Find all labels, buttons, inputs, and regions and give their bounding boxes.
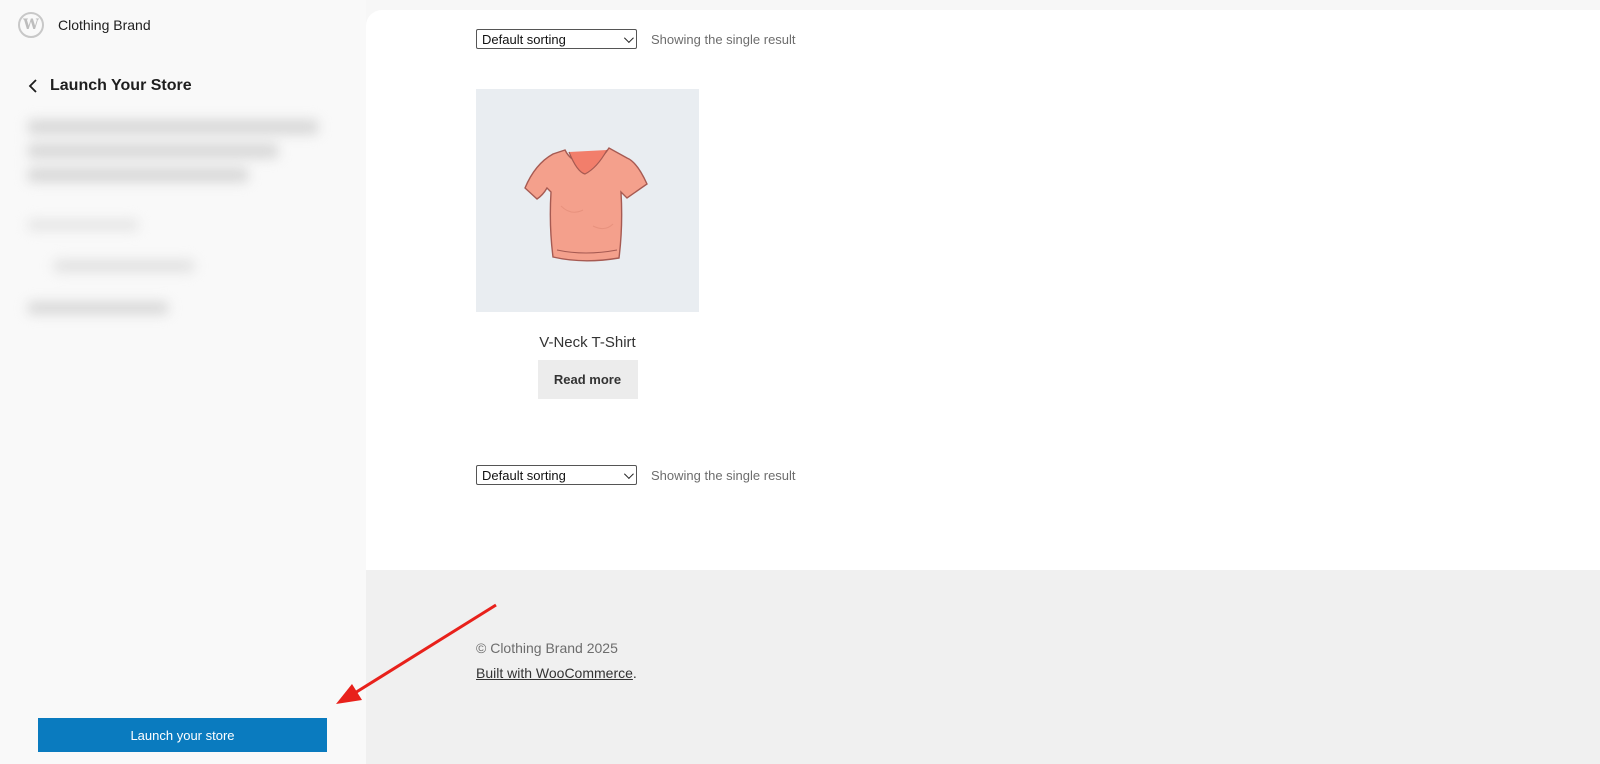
chevron-down-icon bbox=[623, 32, 634, 43]
store-preview: Default sorting Showing the single resul… bbox=[366, 10, 1600, 764]
sorting-value: Default sorting bbox=[482, 467, 566, 483]
chevron-left-icon bbox=[28, 79, 37, 93]
footer-copyright: © Clothing Brand 2025 bbox=[476, 640, 618, 656]
chevron-down-icon bbox=[623, 468, 634, 479]
read-more-button[interactable]: Read more bbox=[537, 360, 638, 399]
shop-toolbar-bottom: Default sorting Showing the single resul… bbox=[476, 465, 796, 485]
woocommerce-link[interactable]: Built with WooCommerce bbox=[476, 665, 633, 681]
sidebar: W Clothing Brand Launch Your Store Launc… bbox=[0, 0, 366, 764]
back-button[interactable] bbox=[24, 76, 42, 96]
site-brand[interactable]: W Clothing Brand bbox=[18, 12, 151, 38]
shop-toolbar-top: Default sorting Showing the single resul… bbox=[476, 29, 796, 49]
footer-credit: Built with WooCommerce. bbox=[476, 665, 637, 681]
footer-credit-suffix: . bbox=[632, 665, 637, 681]
sorting-select-bottom[interactable]: Default sorting bbox=[476, 465, 637, 485]
product-image[interactable] bbox=[476, 89, 699, 312]
blurred-panel-content bbox=[24, 112, 324, 337]
panel-title: Launch Your Store bbox=[50, 77, 192, 94]
launch-your-store-button[interactable]: Launch your store bbox=[38, 718, 327, 752]
result-count-top: Showing the single result bbox=[651, 31, 796, 47]
result-count-bottom: Showing the single result bbox=[651, 467, 796, 483]
t-shirt-icon bbox=[523, 146, 648, 261]
site-name: Clothing Brand bbox=[58, 17, 151, 33]
wordpress-logo-icon[interactable]: W bbox=[18, 12, 44, 38]
sorting-select-top[interactable]: Default sorting bbox=[476, 29, 637, 49]
panel-header: Launch Your Store bbox=[24, 76, 192, 96]
site-footer: © Clothing Brand 2025 Built with WooComm… bbox=[366, 570, 1600, 764]
product-name[interactable]: V-Neck T-Shirt bbox=[476, 334, 699, 351]
sorting-value: Default sorting bbox=[482, 31, 566, 47]
product-card: V-Neck T-Shirt Read more bbox=[476, 89, 699, 399]
